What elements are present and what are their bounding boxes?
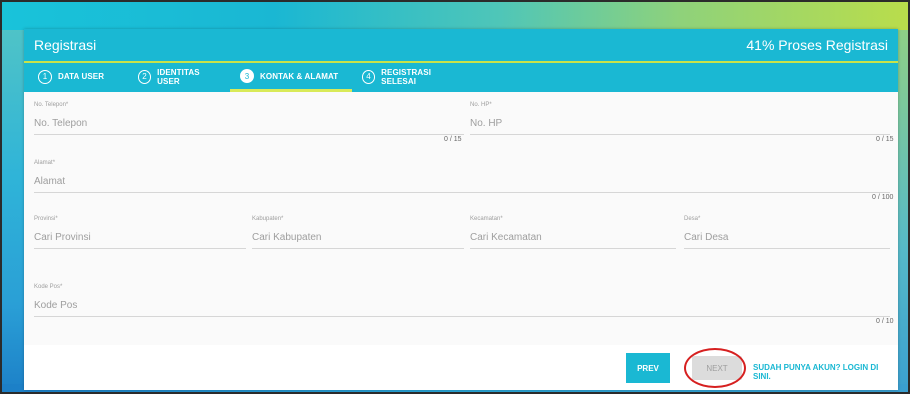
telepon-label-wrap: No. Telepon* <box>34 102 464 108</box>
required-marker: * <box>60 284 63 290</box>
kodepos-label-wrap: Kode Pos* <box>34 284 890 290</box>
desa-label-wrap: Desa* <box>684 216 890 222</box>
page-title: Registrasi <box>34 37 97 53</box>
tab-data-user[interactable]: 1 DATA USER <box>28 63 128 92</box>
next-button[interactable]: NEXT <box>692 356 742 380</box>
required-marker: * <box>500 216 503 222</box>
kodepos-input[interactable] <box>34 300 890 317</box>
kecamatan-field-group: Kecamatan* <box>470 216 676 249</box>
alamat-field-group: Alamat* <box>34 160 890 193</box>
tab-kontak-alamat[interactable]: 3 KONTAK & ALAMAT <box>230 63 352 92</box>
alamat-label-wrap: Alamat* <box>34 160 890 166</box>
card-header: Registrasi 41% Proses Registrasi <box>24 29 898 63</box>
telepon-field-group: No. Telepon* <box>34 102 464 135</box>
provinsi-label: Provinsi <box>34 216 56 222</box>
kecamatan-search-input[interactable] <box>470 232 676 249</box>
tab-label: KONTAK & ALAMAT <box>260 71 339 81</box>
hp-label: No. HP <box>470 102 490 108</box>
hp-input[interactable] <box>470 118 890 135</box>
tab-label: IDENTITAS USER <box>157 67 200 86</box>
alamat-label: Alamat <box>34 160 53 166</box>
registration-card: Registrasi 41% Proses Registrasi 1 DATA … <box>24 29 898 390</box>
required-marker: * <box>55 216 58 222</box>
form-footer: PREV NEXT SUDAH PUNYA AKUN? LOGIN DI SIN… <box>24 345 898 390</box>
desa-label: Desa <box>684 216 699 222</box>
telepon-label: No. Telepon <box>34 102 66 108</box>
background-gradient-left <box>2 30 24 392</box>
screenshot-frame: Registrasi 41% Proses Registrasi 1 DATA … <box>0 0 910 394</box>
required-marker: * <box>65 102 69 108</box>
provinsi-label-wrap: Provinsi* <box>34 216 246 222</box>
kecamatan-label: Kecamatan <box>470 216 501 222</box>
tab-registrasi-selesai[interactable]: 4 REGISTRASI SELESAI <box>352 63 472 92</box>
contact-address-form: No. Telepon* 0 / 15 No. HP* 0 / 15 Alama… <box>24 92 898 345</box>
desa-field-group: Desa* <box>684 216 890 249</box>
hp-char-counter: 0 / 15 <box>876 136 894 143</box>
hp-field-group: No. HP* <box>470 102 890 135</box>
step-number-badge: 3 <box>240 69 254 83</box>
hp-label-wrap: No. HP* <box>470 102 890 108</box>
kecamatan-label-wrap: Kecamatan* <box>470 216 676 222</box>
required-marker: * <box>52 160 56 166</box>
provinsi-field-group: Provinsi* <box>34 216 246 249</box>
alamat-char-counter: 0 / 100 <box>872 194 894 201</box>
step-number-badge: 4 <box>362 69 376 84</box>
kodepos-char-counter: 0 / 10 <box>876 318 894 325</box>
required-marker: * <box>489 102 492 108</box>
telepon-input[interactable] <box>34 118 464 135</box>
kabupaten-label: Kabupaten <box>252 216 282 222</box>
tab-label: REGISTRASI SELESAI <box>381 67 432 86</box>
kodepos-field-group: Kode Pos* <box>34 284 890 317</box>
step-number-badge: 2 <box>138 69 152 84</box>
stepper-tabs: 1 DATA USER 2 IDENTITAS USER 3 KONTAK & … <box>24 63 898 92</box>
registration-progress: 41% Proses Registrasi <box>746 37 888 53</box>
required-marker: * <box>698 216 701 222</box>
telepon-char-counter: 0 / 15 <box>444 136 462 143</box>
desa-search-input[interactable] <box>684 232 890 249</box>
tab-identitas-user[interactable]: 2 IDENTITAS USER <box>128 63 230 92</box>
tab-label: DATA USER <box>58 72 105 81</box>
kabupaten-field-group: Kabupaten* <box>252 216 464 249</box>
background-gradient-right <box>898 30 908 392</box>
background-gradient-top <box>2 2 908 32</box>
prev-button[interactable]: PREV <box>626 353 670 383</box>
login-link[interactable]: SUDAH PUNYA AKUN? LOGIN DI SINI. <box>753 363 898 381</box>
alamat-input[interactable] <box>34 176 890 193</box>
step-number-badge: 1 <box>38 69 52 84</box>
kabupaten-label-wrap: Kabupaten* <box>252 216 464 222</box>
required-marker: * <box>281 216 284 222</box>
provinsi-search-input[interactable] <box>34 232 246 249</box>
kodepos-label: Kode Pos <box>34 284 61 290</box>
kabupaten-search-input[interactable] <box>252 232 464 249</box>
